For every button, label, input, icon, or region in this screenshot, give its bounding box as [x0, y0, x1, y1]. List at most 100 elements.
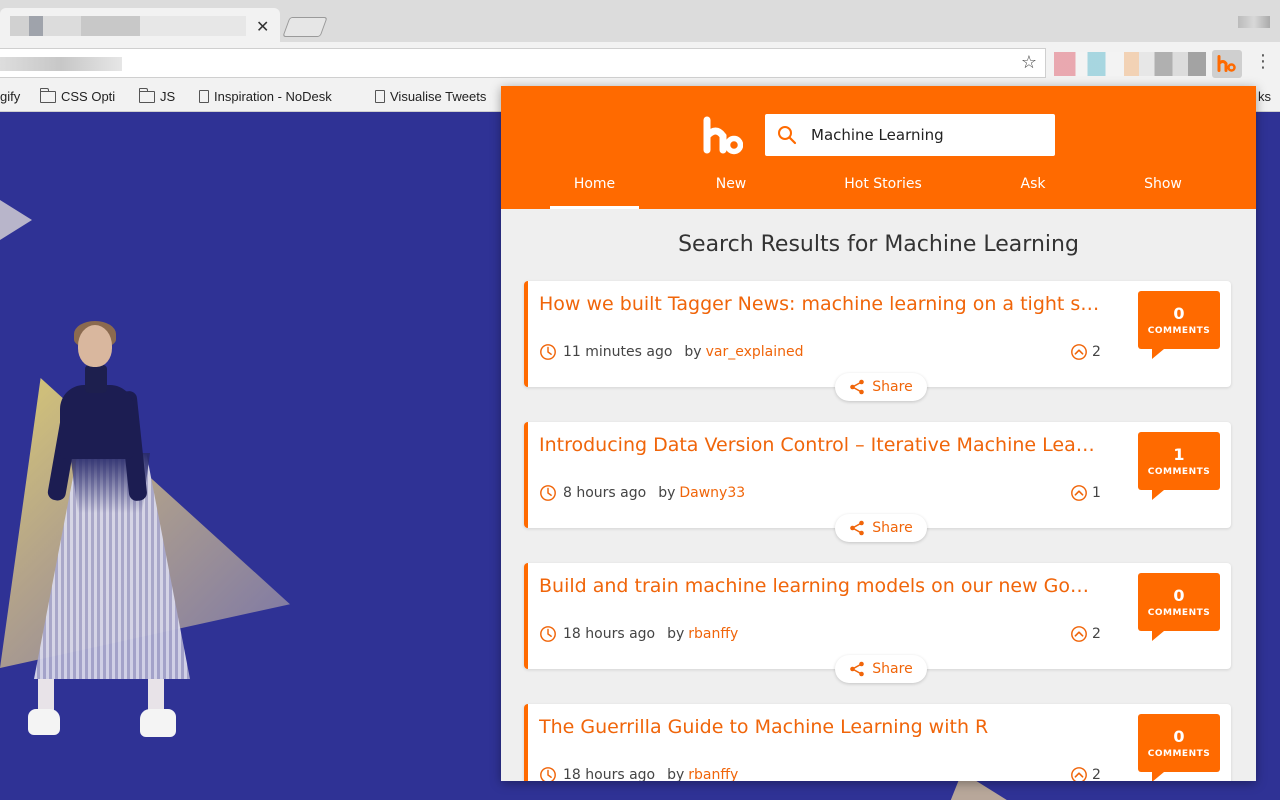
- model-neck: [85, 365, 107, 393]
- hn-extension-popup: Home New Hot Stories Ask Show Search Res…: [501, 86, 1256, 781]
- hn-extension-button[interactable]: [1212, 50, 1242, 78]
- browser-tab-strip: ✕: [0, 0, 1280, 42]
- bookmark-label: JS: [160, 89, 176, 104]
- comments-badge[interactable]: 0 COMMENTS: [1138, 573, 1220, 641]
- page-icon: [375, 90, 385, 103]
- result-points[interactable]: 1: [1070, 484, 1101, 502]
- bookmark-item[interactable]: Visualise Tweets: [375, 89, 486, 104]
- bookmark-star-icon[interactable]: ☆: [1021, 52, 1037, 73]
- active-tab-indicator: [550, 206, 639, 209]
- comments-badge[interactable]: 1 COMMENTS: [1138, 432, 1220, 500]
- folder-icon: [39, 87, 56, 103]
- browser-menu-icon[interactable]: ⋮: [1254, 51, 1272, 72]
- url-blurred: [0, 57, 122, 71]
- bookmark-item[interactable]: ks: [1258, 89, 1271, 104]
- comments-count: 1: [1173, 445, 1185, 464]
- result-author-link[interactable]: Dawny33: [679, 485, 745, 501]
- bookmark-item[interactable]: Inspiration - NoDesk: [199, 89, 332, 104]
- share-label: Share: [872, 520, 913, 536]
- comments-label: COMMENTS: [1147, 608, 1211, 618]
- bookmark-folder[interactable]: CSS Opti: [39, 87, 115, 104]
- bookmark-label: Visualise Tweets: [390, 89, 487, 104]
- result-title-link[interactable]: The Guerrilla Guide to Machine Learning …: [539, 716, 1109, 738]
- popup-header: Home New Hot Stories Ask Show: [501, 86, 1256, 209]
- result-author-link[interactable]: var_explained: [706, 344, 804, 360]
- address-bar[interactable]: ☆: [0, 48, 1046, 78]
- share-button[interactable]: Share: [835, 514, 927, 542]
- result-points[interactable]: 2: [1070, 343, 1101, 361]
- comments-label: COMMENTS: [1147, 467, 1211, 477]
- bookmark-label: ks: [1258, 89, 1271, 104]
- result-points-value: 2: [1092, 344, 1101, 360]
- result-time: 18 hours ago: [563, 626, 656, 642]
- result-title-link[interactable]: How we built Tagger News: machine learni…: [539, 293, 1109, 315]
- result-meta: 8 hours ago by Dawny33: [539, 484, 745, 502]
- share-label: Share: [872, 379, 913, 395]
- result-meta: 18 hours ago by rbanffy: [539, 766, 738, 781]
- browser-tab[interactable]: ✕: [0, 8, 280, 42]
- bookmark-folder[interactable]: JS: [138, 87, 176, 104]
- result-author-link[interactable]: rbanffy: [688, 626, 738, 642]
- search-icon: [778, 126, 797, 145]
- comments-badge[interactable]: 0 COMMENTS: [1138, 291, 1220, 359]
- result-title-link[interactable]: Introducing Data Version Control – Itera…: [539, 434, 1109, 456]
- share-icon: [850, 520, 865, 536]
- extensions-blurred: [1054, 52, 1206, 76]
- comments-label: COMMENTS: [1147, 749, 1211, 759]
- upvote-icon: [1071, 626, 1087, 642]
- search-input[interactable]: [811, 126, 1041, 144]
- hn-logo-icon: [703, 116, 743, 155]
- share-button[interactable]: Share: [835, 373, 927, 401]
- model-top: [60, 385, 134, 459]
- result-author-link[interactable]: rbanffy: [688, 767, 738, 781]
- result-time: 18 hours ago: [563, 767, 656, 781]
- result-time: 11 minutes ago: [563, 344, 673, 360]
- share-label: Share: [872, 661, 913, 677]
- result-by-label: by: [684, 344, 702, 360]
- result-points-value: 2: [1092, 767, 1101, 781]
- share-icon: [850, 379, 865, 395]
- search-box[interactable]: [765, 114, 1055, 156]
- decorative-triangle: [0, 200, 32, 240]
- upvote-icon: [1071, 767, 1087, 781]
- folder-icon: [138, 87, 155, 103]
- result-points-value: 2: [1092, 626, 1101, 642]
- result-by-label: by: [667, 626, 685, 642]
- bookmark-label: Inspiration - NoDesk: [214, 89, 332, 104]
- result-points[interactable]: 2: [1070, 766, 1101, 781]
- result-points[interactable]: 2: [1070, 625, 1101, 643]
- profile-blurred: [1238, 16, 1270, 28]
- model-head: [78, 325, 112, 367]
- result-card: Build and train machine learning models …: [524, 563, 1231, 683]
- fashion-model-image: [20, 321, 200, 745]
- result-card: How we built Tagger News: machine learni…: [524, 281, 1231, 401]
- tab-ask[interactable]: Ask: [1008, 176, 1058, 192]
- comments-count: 0: [1173, 304, 1185, 323]
- tab-home[interactable]: Home: [550, 176, 639, 192]
- result-card: The Guerrilla Guide to Machine Learning …: [524, 704, 1231, 781]
- new-tab-button[interactable]: [282, 17, 328, 37]
- hn-logo-icon: [1217, 55, 1236, 72]
- result-title-link[interactable]: Build and train machine learning models …: [539, 575, 1109, 597]
- page-icon: [199, 90, 209, 103]
- clock-icon: [540, 485, 556, 501]
- comments-count: 0: [1173, 727, 1185, 746]
- clock-icon: [540, 767, 556, 781]
- result-meta: 11 minutes ago by var_explained: [539, 343, 803, 361]
- tab-close-icon[interactable]: ✕: [256, 17, 269, 37]
- share-button[interactable]: Share: [835, 655, 927, 683]
- result-card: Introducing Data Version Control – Itera…: [524, 422, 1231, 542]
- bookmark-item[interactable]: gify: [0, 89, 20, 104]
- tab-new[interactable]: New: [701, 176, 761, 192]
- upvote-icon: [1071, 485, 1087, 501]
- tab-hot-stories[interactable]: Hot Stories: [833, 176, 933, 192]
- clock-icon: [540, 344, 556, 360]
- tab-show[interactable]: Show: [1133, 176, 1193, 192]
- result-time: 8 hours ago: [563, 485, 647, 501]
- clock-icon: [540, 626, 556, 642]
- browser-toolbar: ☆ ⋮: [0, 42, 1280, 84]
- comments-label: COMMENTS: [1147, 326, 1211, 336]
- comments-count: 0: [1173, 586, 1185, 605]
- comments-badge[interactable]: 0 COMMENTS: [1138, 714, 1220, 781]
- model-shoe: [28, 709, 60, 735]
